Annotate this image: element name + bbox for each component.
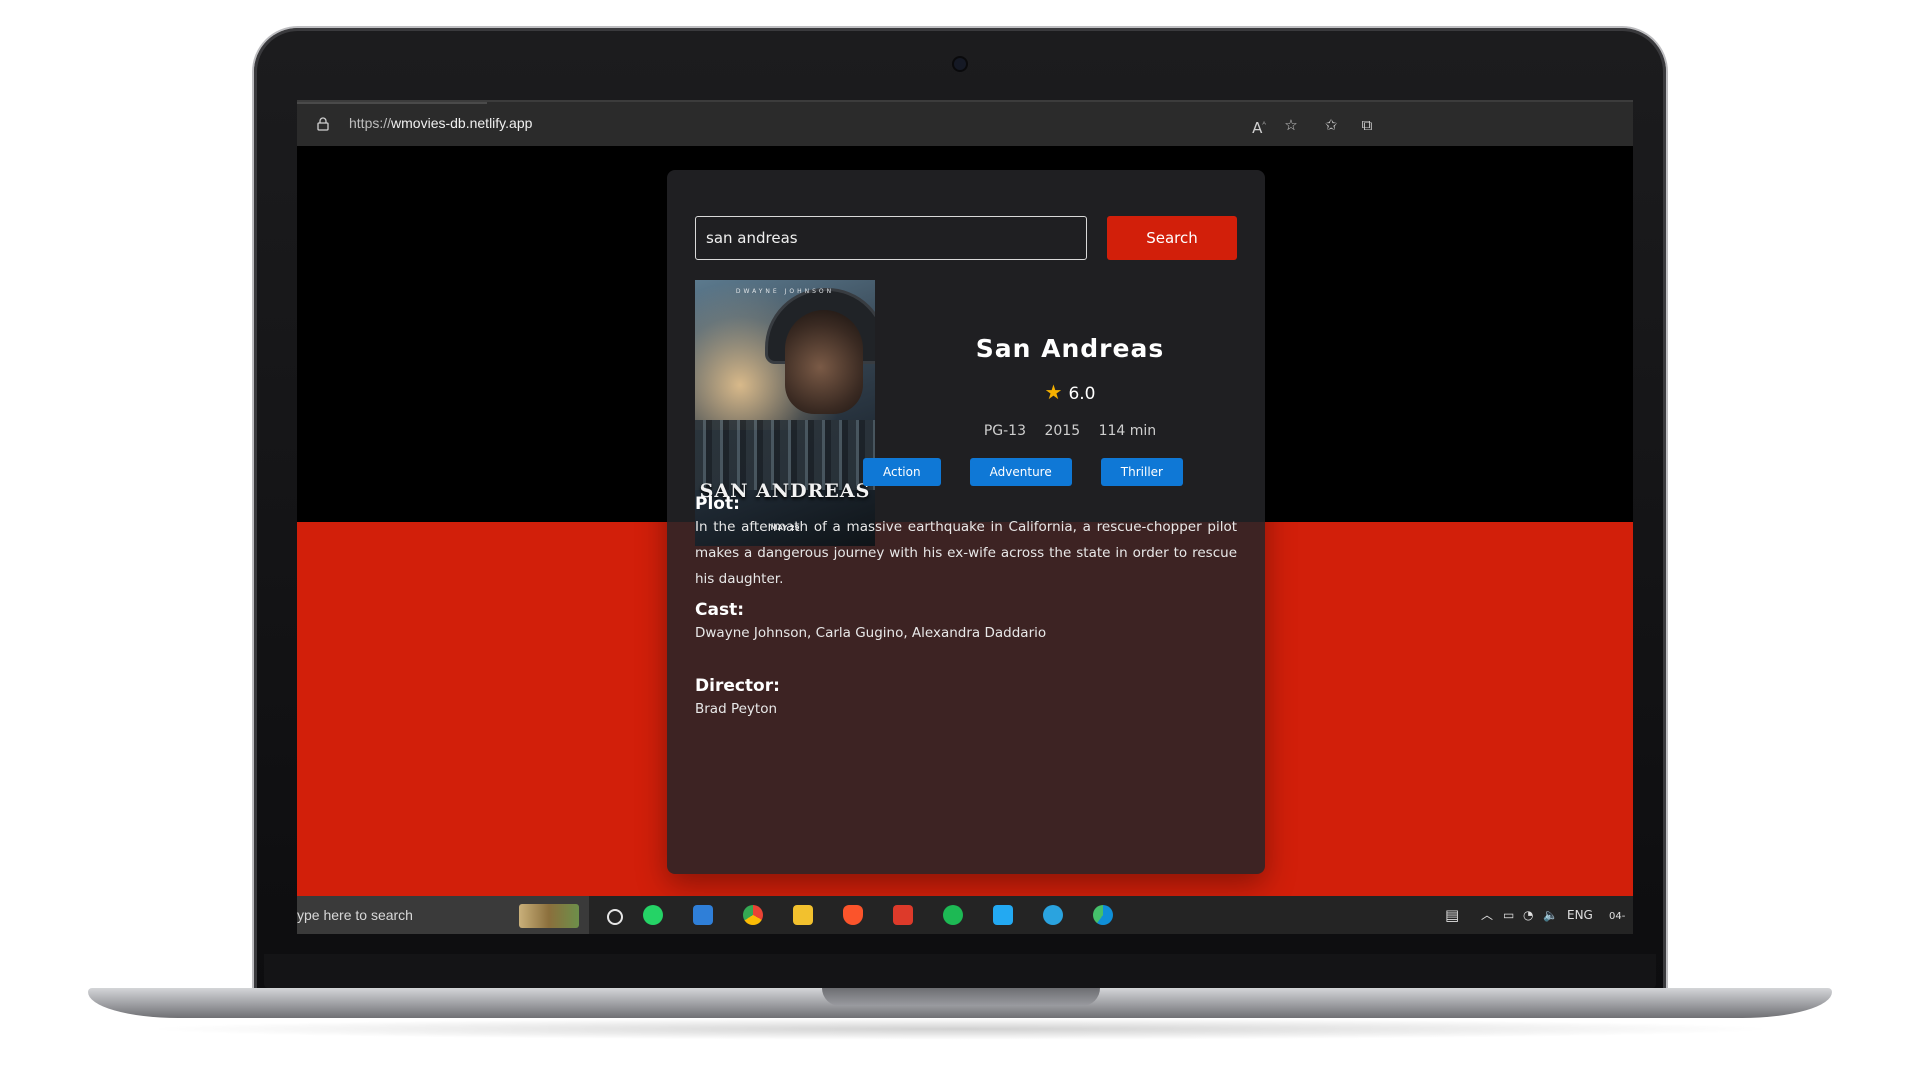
director-text: Brad Peyton xyxy=(695,701,778,717)
search-button[interactable]: Search xyxy=(1107,216,1237,260)
powerpoint-icon[interactable] xyxy=(893,905,913,925)
whatsapp-icon[interactable] xyxy=(643,905,663,925)
battery-icon[interactable]: ▭ xyxy=(1503,896,1514,934)
movie-meta: PG-13 2015 114 min xyxy=(875,423,1265,439)
chrome-icon[interactable] xyxy=(743,905,763,925)
movie-year: 2015 xyxy=(1044,423,1081,439)
file-explorer-icon[interactable] xyxy=(793,905,813,925)
webcam xyxy=(954,58,966,70)
telegram-icon[interactable] xyxy=(1043,905,1063,925)
rating-value: 6.0 xyxy=(1068,384,1096,404)
favorites-icon[interactable]: ✩ xyxy=(1321,115,1341,135)
tab-indicator xyxy=(297,102,487,104)
wifi-icon[interactable]: ◔ xyxy=(1523,896,1533,934)
language-indicator[interactable]: ENG xyxy=(1567,896,1593,934)
clock-date[interactable]: 04- xyxy=(1609,910,1625,924)
plot-heading: Plot: xyxy=(695,494,740,514)
chevron-up-icon[interactable]: ︿ xyxy=(1481,896,1493,934)
genre-adventure[interactable]: Adventure xyxy=(969,458,1072,486)
genre-list: Action Adventure Thriller xyxy=(863,458,1183,486)
movie-rated: PG-13 xyxy=(983,423,1027,439)
genre-thriller[interactable]: Thriller xyxy=(1100,458,1183,486)
brave-icon[interactable] xyxy=(843,905,863,925)
poster-actor-name: DWAYNE JOHNSON xyxy=(735,288,835,295)
search-highlight-icon xyxy=(519,904,579,928)
windows-taskbar: ype here to search ▤ ︿ ▭ ◔ 🔈 ENG 04- xyxy=(297,896,1633,934)
laptop-shadow xyxy=(140,1018,1780,1040)
read-aloud-icon[interactable]: Aᴬ xyxy=(1249,115,1269,137)
news-icon[interactable]: ▤ xyxy=(1445,896,1459,934)
taskbar-search[interactable]: ype here to search xyxy=(297,896,589,934)
laptop-bottom-bezel xyxy=(264,954,1656,988)
url-field[interactable]: https://wmovies-db.netlify.app xyxy=(349,115,532,131)
volume-icon[interactable]: 🔈 xyxy=(1543,896,1558,934)
genre-action[interactable]: Action xyxy=(863,458,941,486)
app-icon[interactable] xyxy=(693,905,713,925)
cast-heading: Cast: xyxy=(695,600,744,620)
poster-face xyxy=(785,310,863,414)
spotify-icon[interactable] xyxy=(943,905,963,925)
vscode-icon[interactable] xyxy=(993,905,1013,925)
laptop-screen: https://wmovies-db.netlify.app Aᴬ ☆ ✩ ⧉ … xyxy=(297,100,1633,934)
director-heading: Director: xyxy=(695,676,780,696)
url-scheme: https:// xyxy=(349,115,392,131)
web-page: Search DWAYNE JOHNSON SAN ANDREAS MAY 29… xyxy=(297,146,1633,934)
edge-icon[interactable] xyxy=(1093,905,1113,925)
lock-icon xyxy=(317,117,329,131)
cast-text: Dwayne Johnson, Carla Gugino, Alexandra … xyxy=(695,625,1047,641)
url-host: wmovies-db.netlify.app xyxy=(391,115,533,131)
movie-title: San Andreas xyxy=(975,334,1165,363)
plot-text: In the aftermath of a massive earthquake… xyxy=(695,519,1237,587)
browser-address-bar: https://wmovies-db.netlify.app Aᴬ ☆ ✩ ⧉ xyxy=(297,100,1633,146)
search-input[interactable] xyxy=(695,216,1087,260)
star-icon: ★ xyxy=(1044,380,1063,404)
movie-runtime: 114 min xyxy=(1098,423,1157,439)
movie-card: Search DWAYNE JOHNSON SAN ANDREAS MAY 29… xyxy=(667,170,1265,874)
collections-icon[interactable]: ⧉ xyxy=(1357,115,1377,135)
movie-rating: ★ 6.0 xyxy=(875,380,1265,404)
taskbar-search-placeholder: ype here to search xyxy=(297,907,413,923)
laptop-notch xyxy=(822,988,1100,1006)
add-favorite-icon[interactable]: ☆ xyxy=(1281,115,1301,135)
cortana-icon[interactable] xyxy=(607,909,623,925)
